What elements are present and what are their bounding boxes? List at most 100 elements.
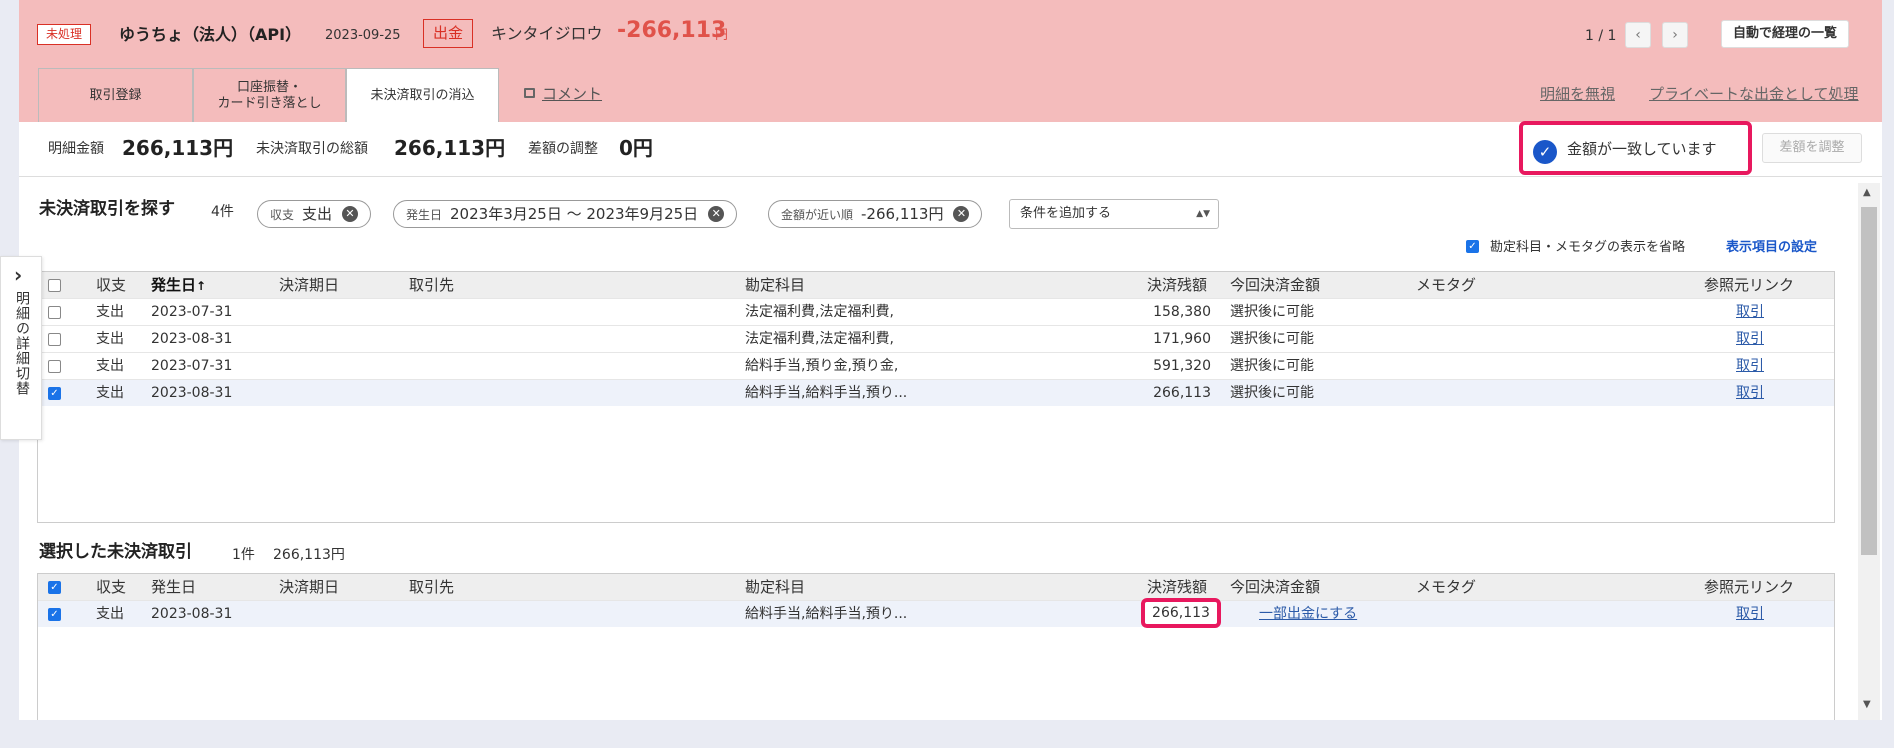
detail-toggle-panel[interactable]: › 明細の詳細切替 — [0, 256, 42, 440]
cell-date: 2023-08-31 — [151, 331, 233, 347]
cell-balance: 266,113 — [1153, 385, 1211, 401]
tab-reconcile[interactable]: 未決済取引の消込 — [346, 68, 499, 122]
col-balance: 決済残額 — [1147, 276, 1208, 294]
detail-amount-value: 266,113円 — [122, 136, 234, 160]
status-badge: 未処理 — [37, 24, 92, 45]
chip-value: 2023年3月25日 〜 2023年9月25日 — [450, 205, 699, 223]
cell-account: 給料手当,給料手当,預り... — [745, 606, 908, 622]
col-ref: 参照元リンク — [1704, 276, 1795, 294]
col-due: 決済期日 — [279, 276, 340, 294]
transaction-header: 未処理 ゆうちょ（法人）（API） 2023-09-25 出金 キンタイジロウ … — [19, 0, 1882, 122]
cell-balance: 266,113 — [1141, 598, 1221, 628]
col-account: 勘定科目 — [745, 578, 806, 596]
col-memo: メモタグ — [1416, 276, 1477, 294]
row-checkbox[interactable]: ✓ — [48, 601, 61, 627]
check-circle-icon: ✓ — [1533, 140, 1557, 164]
prev-page-button[interactable]: ‹ — [1625, 22, 1651, 48]
col-this-time: 今回決済金額 — [1230, 276, 1321, 294]
amount-match-indicator: ✓ 金額が一致しています — [1519, 121, 1752, 175]
ref-link[interactable]: 取引 — [1736, 601, 1764, 627]
ref-link[interactable]: 取引 — [1736, 299, 1764, 325]
cell-this-time[interactable]: 一部出金にする — [1259, 601, 1357, 627]
col-ref: 参照元リンク — [1704, 578, 1795, 596]
col-date[interactable]: 発生日↑ — [151, 272, 206, 299]
remove-filter-icon[interactable]: ✕ — [953, 205, 970, 222]
remove-filter-icon[interactable]: ✕ — [708, 205, 725, 222]
add-condition-select[interactable]: 条件を追加する ▲▼ — [1009, 199, 1219, 229]
col-date: 発生日 — [151, 578, 197, 596]
checkbox[interactable]: ✓ — [48, 386, 61, 400]
scrollbar-thumb[interactable] — [1861, 207, 1877, 555]
adjust-diff-button[interactable]: 差額を調整 — [1762, 133, 1862, 163]
select-arrows-icon: ▲▼ — [1196, 209, 1210, 219]
ref-link[interactable]: 取引 — [1736, 353, 1764, 379]
cell-type: 支出 — [96, 385, 124, 401]
tab-transfer[interactable]: 口座振替・ カード引き落とし — [193, 68, 346, 122]
row-checkbox[interactable] — [48, 353, 61, 379]
row-checkbox[interactable] — [48, 299, 61, 325]
auto-list-button[interactable]: 自動で経理の一覧 — [1721, 20, 1850, 48]
ref-link[interactable]: 取引 — [1736, 380, 1764, 406]
search-results-table: 収支 発生日↑ 決済期日 取引先 勘定科目 決済残額 今回決済金額 メモタグ 参… — [37, 271, 1835, 523]
chip-key: 発生日 — [406, 208, 443, 222]
table-row[interactable]: ✓ 支出 2023-08-31 給料手当,給料手当,預り... 266,113 一部出金に… — [38, 598, 1834, 628]
search-title: 未決済取引を探す — [39, 199, 175, 219]
row-checkbox[interactable]: ✓ — [48, 380, 61, 406]
checkbox[interactable] — [48, 305, 61, 319]
tab-register[interactable]: 取引登録 — [38, 68, 193, 122]
transaction-amount: -266,113 — [617, 18, 727, 43]
account-name: ゆうちょ（法人）（API） — [119, 25, 302, 44]
pager-text: 1 / 1 — [1585, 28, 1617, 44]
omit-display-checkbox[interactable]: ✓ — [1466, 240, 1479, 253]
cell-account: 法定福利費,法定福利費, — [745, 331, 894, 347]
diff-label: 差額の調整 — [528, 141, 598, 157]
select-all-checkbox[interactable] — [48, 272, 61, 298]
cell-this-time: 選択後に可能 — [1230, 385, 1314, 401]
scroll-up-icon[interactable]: ▲ — [1863, 187, 1871, 198]
chip-value: 支出 — [302, 205, 333, 223]
ref-link[interactable]: 取引 — [1736, 326, 1764, 352]
checkbox[interactable] — [48, 359, 61, 373]
col-type: 収支 — [96, 276, 127, 294]
table-row[interactable]: 支出 2023-07-31 給料手当,預り金,預り金, 591,320 選択後に可能 取引 — [38, 352, 1834, 379]
private-expense-link[interactable]: プライベートな出金として処理 — [1649, 84, 1859, 104]
cell-date: 2023-08-31 — [151, 385, 233, 401]
table-row[interactable]: 支出 2023-07-31 法定福利費,法定福利費, 158,380 選択後に可能 取引 — [38, 298, 1834, 325]
col-partner: 取引先 — [409, 276, 455, 294]
scroll-down-icon[interactable]: ▼ — [1863, 699, 1871, 710]
column-settings-link[interactable]: 表示項目の設定 — [1726, 239, 1817, 257]
scrollbar[interactable]: ▲ ▼ — [1858, 183, 1880, 720]
cell-type: 支出 — [96, 331, 124, 347]
table-row[interactable]: ✓ 支出 2023-08-31 給料手当,給料手当,預り... 266,113 選択後に可… — [38, 379, 1834, 406]
selected-title: 選択した未決済取引 — [39, 542, 192, 562]
filter-chip-type[interactable]: 収支 支出 ✕ — [257, 200, 372, 228]
deselect-all-checkbox[interactable]: ✓ — [48, 574, 61, 600]
unsettled-total-value: 266,113円 — [394, 136, 506, 160]
comment-link[interactable]: コメント — [542, 84, 602, 104]
filter-chip-amount[interactable]: 金額が近い順 -266,113円 ✕ — [768, 200, 983, 228]
table-header: ✓ 収支 発生日 決済期日 取引先 勘定科目 決済残額 今回決済金額 メモタグ … — [38, 574, 1834, 600]
transaction-date: 2023-09-25 — [325, 28, 401, 43]
checkbox[interactable] — [48, 279, 61, 292]
ignore-link[interactable]: 明細を無視 — [1540, 84, 1615, 104]
col-account: 勘定科目 — [745, 276, 806, 294]
cell-date: 2023-07-31 — [151, 358, 233, 374]
next-page-button[interactable]: › — [1662, 22, 1688, 48]
checkbox[interactable] — [48, 332, 61, 346]
sort-arrow-icon: ↑ — [196, 279, 207, 293]
table-row[interactable]: 支出 2023-08-31 法定福利費,法定福利費, 171,960 選択後に可能 取引 — [38, 325, 1834, 352]
row-checkbox[interactable] — [48, 326, 61, 352]
selected-amount: 266,113円 — [273, 547, 345, 563]
diff-value: 0円 — [619, 136, 653, 160]
type-badge: 出金 — [423, 19, 474, 48]
selected-table: ✓ 収支 発生日 決済期日 取引先 勘定科目 決済残額 今回決済金額 メモタグ … — [37, 573, 1835, 720]
cell-balance: 591,320 — [1153, 358, 1211, 374]
checkbox[interactable]: ✓ — [48, 581, 61, 594]
chip-key: 収支 — [270, 208, 295, 222]
match-text: 金額が一致しています — [1567, 140, 1717, 158]
chevron-right-icon: › — [14, 263, 23, 287]
remove-filter-icon[interactable]: ✕ — [342, 205, 359, 222]
col-memo: メモタグ — [1416, 578, 1477, 596]
checkbox[interactable]: ✓ — [48, 607, 61, 621]
filter-chip-date[interactable]: 発生日 2023年3月25日 〜 2023年9月25日 ✕ — [393, 200, 738, 228]
